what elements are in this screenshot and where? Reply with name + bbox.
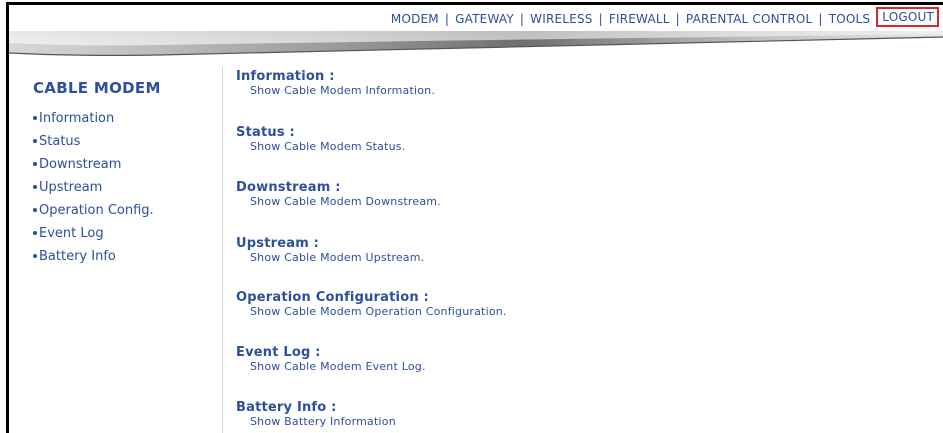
section-desc-battery-info: Show Battery Information [250, 415, 396, 428]
sidebar-item-operation-config[interactable]: Operation Config. [33, 203, 154, 226]
section-desc-status: Show Cable Modem Status. [250, 140, 406, 153]
bullet-icon [33, 185, 37, 189]
header-swoosh-decoration [9, 27, 943, 67]
bullet-icon [33, 162, 37, 166]
nav-separator: | [818, 12, 823, 26]
nav-wireless-link[interactable]: WIRELESS [530, 12, 592, 26]
sidebar-item-battery-info[interactable]: Battery Info [33, 249, 154, 272]
section-information: Information : Show Cable Modem Informati… [236, 69, 435, 98]
sidebar-item-downstream[interactable]: Downstream [33, 157, 154, 180]
section-operation-configuration: Operation Configuration : Show Cable Mod… [236, 290, 507, 319]
nav-separator: | [519, 12, 525, 26]
sidebar-item-label[interactable]: Battery Info [39, 249, 116, 264]
section-title-information[interactable]: Information : [236, 69, 435, 84]
nav-tools-link[interactable]: TOOLS [829, 12, 871, 26]
bullet-icon [33, 231, 37, 235]
section-title-upstream[interactable]: Upstream : [236, 236, 424, 251]
section-desc-upstream: Show Cable Modem Upstream. [250, 251, 425, 264]
nav-logout-link[interactable]: LOGOUT [882, 10, 934, 24]
sidebar-item-label[interactable]: Upstream [39, 180, 102, 195]
section-title-event-log[interactable]: Event Log : [236, 345, 426, 360]
section-desc-downstream: Show Cable Modem Downstream. [250, 195, 441, 208]
main-content: Information : Show Cable Modem Informati… [236, 67, 936, 433]
section-title-downstream[interactable]: Downstream : [236, 180, 441, 195]
top-navigation: MODEM | GATEWAY | WIRELESS | FIREWALL | … [9, 5, 943, 27]
bullet-icon [33, 208, 37, 212]
nav-firewall-link[interactable]: FIREWALL [609, 12, 670, 26]
section-event-log: Event Log : Show Cable Modem Event Log. [236, 345, 426, 374]
logout-highlight-box: LOGOUT [876, 7, 939, 27]
nav-modem-link[interactable]: MODEM [391, 12, 439, 26]
sidebar-item-label[interactable]: Downstream [39, 157, 121, 172]
section-downstream: Downstream : Show Cable Modem Downstream… [236, 180, 441, 209]
top-nav-links: MODEM | GATEWAY | WIRELESS | FIREWALL | … [391, 7, 939, 29]
sidebar-title: CABLE MODEM [33, 79, 161, 97]
sidebar-menu: Information Status Downstream Upstream O… [33, 111, 154, 272]
sidebar-item-label[interactable]: Information [39, 111, 114, 126]
nav-separator: | [598, 12, 603, 26]
nav-separator: | [444, 12, 450, 26]
bullet-icon [33, 139, 37, 143]
section-title-status[interactable]: Status : [236, 125, 405, 140]
sidebar-item-status[interactable]: Status [33, 134, 154, 157]
sidebar-item-label[interactable]: Status [39, 134, 80, 149]
sidebar: CABLE MODEM Information Status Downstrea… [9, 67, 222, 433]
sidebar-item-upstream[interactable]: Upstream [33, 180, 154, 203]
sidebar-divider [222, 67, 223, 433]
section-title-operation-configuration[interactable]: Operation Configuration : [236, 290, 507, 305]
section-desc-information: Show Cable Modem Information. [250, 84, 436, 97]
sidebar-item-label[interactable]: Operation Config. [39, 203, 154, 218]
sidebar-item-information[interactable]: Information [33, 111, 154, 134]
nav-gateway-link[interactable]: GATEWAY [455, 12, 514, 26]
bullet-icon [33, 254, 37, 258]
section-desc-event-log: Show Cable Modem Event Log. [250, 360, 426, 373]
bullet-icon [33, 116, 37, 120]
nav-separator: | [675, 12, 680, 26]
section-upstream: Upstream : Show Cable Modem Upstream. [236, 236, 424, 265]
nav-parental-control-link[interactable]: PARENTAL CONTROL [686, 12, 812, 26]
section-title-battery-info[interactable]: Battery Info : [236, 400, 396, 415]
sidebar-item-event-log[interactable]: Event Log [33, 226, 154, 249]
sidebar-item-label[interactable]: Event Log [39, 226, 104, 241]
app-frame: MODEM | GATEWAY | WIRELESS | FIREWALL | … [0, 0, 943, 433]
section-status: Status : Show Cable Modem Status. [236, 125, 405, 154]
section-desc-operation-configuration: Show Cable Modem Operation Configuration… [250, 305, 507, 318]
section-battery-info: Battery Info : Show Battery Information [236, 400, 396, 429]
